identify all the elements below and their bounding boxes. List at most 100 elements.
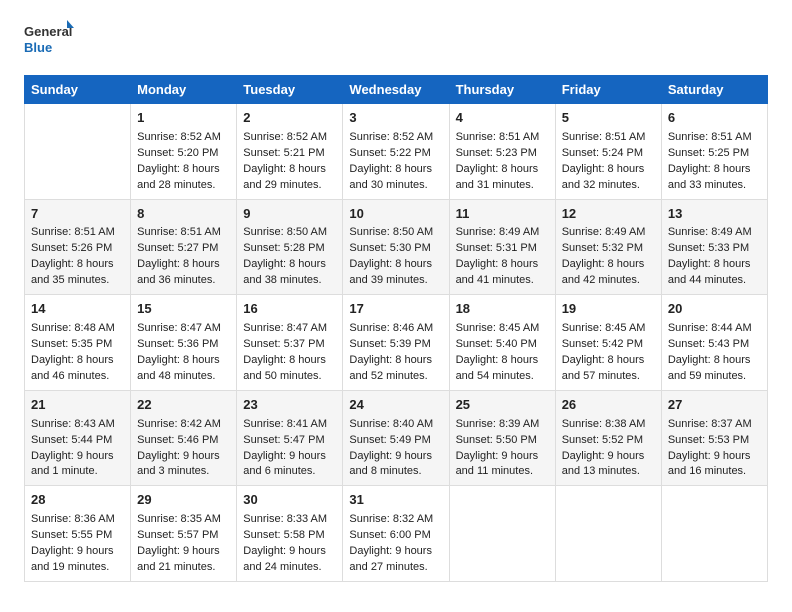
- day-number: 18: [456, 300, 549, 319]
- sunrise: Sunrise: 8:44 AM: [668, 322, 752, 334]
- sunset: Sunset: 5:25 PM: [668, 147, 749, 159]
- calendar-cell: 14Sunrise: 8:48 AMSunset: 5:35 PMDayligh…: [25, 295, 131, 391]
- day-number: 27: [668, 396, 761, 415]
- sunset: Sunset: 5:50 PM: [456, 434, 537, 446]
- header-day-saturday: Saturday: [661, 76, 767, 104]
- daylight: Daylight: 9 hours and 21 minutes.: [137, 545, 220, 573]
- sunset: Sunset: 5:46 PM: [137, 434, 218, 446]
- sunset: Sunset: 5:40 PM: [456, 338, 537, 350]
- calendar-cell: 9Sunrise: 8:50 AMSunset: 5:28 PMDaylight…: [237, 199, 343, 295]
- header-day-monday: Monday: [131, 76, 237, 104]
- day-number: 3: [349, 109, 442, 128]
- sunrise: Sunrise: 8:52 AM: [137, 131, 221, 143]
- calendar-cell: 28Sunrise: 8:36 AMSunset: 5:55 PMDayligh…: [25, 486, 131, 582]
- calendar-table: SundayMondayTuesdayWednesdayThursdayFrid…: [24, 75, 768, 582]
- daylight: Daylight: 8 hours and 54 minutes.: [456, 354, 539, 382]
- sunset: Sunset: 5:32 PM: [562, 242, 643, 254]
- sunrise: Sunrise: 8:45 AM: [562, 322, 646, 334]
- day-number: 29: [137, 491, 230, 510]
- sunset: Sunset: 5:28 PM: [243, 242, 324, 254]
- calendar-cell: 1Sunrise: 8:52 AMSunset: 5:20 PMDaylight…: [131, 104, 237, 200]
- page-header: General Blue: [24, 20, 768, 65]
- daylight: Daylight: 9 hours and 1 minute.: [31, 450, 114, 478]
- sunrise: Sunrise: 8:42 AM: [137, 418, 221, 430]
- calendar-header: SundayMondayTuesdayWednesdayThursdayFrid…: [25, 76, 768, 104]
- sunrise: Sunrise: 8:35 AM: [137, 513, 221, 525]
- daylight: Daylight: 8 hours and 48 minutes.: [137, 354, 220, 382]
- calendar-cell: 24Sunrise: 8:40 AMSunset: 5:49 PMDayligh…: [343, 390, 449, 486]
- calendar-cell: 31Sunrise: 8:32 AMSunset: 6:00 PMDayligh…: [343, 486, 449, 582]
- svg-text:General: General: [24, 24, 72, 39]
- daylight: Daylight: 9 hours and 27 minutes.: [349, 545, 432, 573]
- sunrise: Sunrise: 8:38 AM: [562, 418, 646, 430]
- calendar-cell: [555, 486, 661, 582]
- sunrise: Sunrise: 8:37 AM: [668, 418, 752, 430]
- daylight: Daylight: 8 hours and 50 minutes.: [243, 354, 326, 382]
- sunrise: Sunrise: 8:49 AM: [562, 226, 646, 238]
- sunrise: Sunrise: 8:48 AM: [31, 322, 115, 334]
- week-row-4: 21Sunrise: 8:43 AMSunset: 5:44 PMDayligh…: [25, 390, 768, 486]
- daylight: Daylight: 8 hours and 31 minutes.: [456, 163, 539, 191]
- sunset: Sunset: 5:47 PM: [243, 434, 324, 446]
- sunset: Sunset: 5:36 PM: [137, 338, 218, 350]
- calendar-cell: 16Sunrise: 8:47 AMSunset: 5:37 PMDayligh…: [237, 295, 343, 391]
- day-number: 8: [137, 205, 230, 224]
- day-number: 14: [31, 300, 124, 319]
- sunrise: Sunrise: 8:40 AM: [349, 418, 433, 430]
- calendar-cell: 15Sunrise: 8:47 AMSunset: 5:36 PMDayligh…: [131, 295, 237, 391]
- day-number: 11: [456, 205, 549, 224]
- calendar-cell: 8Sunrise: 8:51 AMSunset: 5:27 PMDaylight…: [131, 199, 237, 295]
- calendar-cell: 19Sunrise: 8:45 AMSunset: 5:42 PMDayligh…: [555, 295, 661, 391]
- calendar-cell: 21Sunrise: 8:43 AMSunset: 5:44 PMDayligh…: [25, 390, 131, 486]
- sunset: Sunset: 5:23 PM: [456, 147, 537, 159]
- daylight: Daylight: 8 hours and 42 minutes.: [562, 258, 645, 286]
- sunset: Sunset: 5:33 PM: [668, 242, 749, 254]
- day-number: 10: [349, 205, 442, 224]
- sunset: Sunset: 5:53 PM: [668, 434, 749, 446]
- day-number: 13: [668, 205, 761, 224]
- sunrise: Sunrise: 8:36 AM: [31, 513, 115, 525]
- calendar-cell: 25Sunrise: 8:39 AMSunset: 5:50 PMDayligh…: [449, 390, 555, 486]
- calendar-cell: 5Sunrise: 8:51 AMSunset: 5:24 PMDaylight…: [555, 104, 661, 200]
- daylight: Daylight: 9 hours and 3 minutes.: [137, 450, 220, 478]
- sunrise: Sunrise: 8:51 AM: [137, 226, 221, 238]
- daylight: Daylight: 9 hours and 19 minutes.: [31, 545, 114, 573]
- sunrise: Sunrise: 8:51 AM: [456, 131, 540, 143]
- sunrise: Sunrise: 8:39 AM: [456, 418, 540, 430]
- calendar-cell: 17Sunrise: 8:46 AMSunset: 5:39 PMDayligh…: [343, 295, 449, 391]
- sunrise: Sunrise: 8:47 AM: [137, 322, 221, 334]
- calendar-cell: 6Sunrise: 8:51 AMSunset: 5:25 PMDaylight…: [661, 104, 767, 200]
- header-row: SundayMondayTuesdayWednesdayThursdayFrid…: [25, 76, 768, 104]
- daylight: Daylight: 8 hours and 30 minutes.: [349, 163, 432, 191]
- sunset: Sunset: 5:55 PM: [31, 529, 112, 541]
- sunrise: Sunrise: 8:52 AM: [243, 131, 327, 143]
- week-row-5: 28Sunrise: 8:36 AMSunset: 5:55 PMDayligh…: [25, 486, 768, 582]
- day-number: 25: [456, 396, 549, 415]
- day-number: 6: [668, 109, 761, 128]
- daylight: Daylight: 9 hours and 13 minutes.: [562, 450, 645, 478]
- calendar-cell: [449, 486, 555, 582]
- sunrise: Sunrise: 8:41 AM: [243, 418, 327, 430]
- calendar-body: 1 Sunrise: 8:52 AM Sunset: 5:20 PM Daylight…: [25, 104, 768, 582]
- daylight: Daylight: 8 hours and 39 minutes.: [349, 258, 432, 286]
- sunrise: Sunrise: 8:49 AM: [456, 226, 540, 238]
- logo-svg: General Blue: [24, 20, 74, 65]
- daylight: Daylight: 9 hours and 24 minutes.: [243, 545, 326, 573]
- sunset: Sunset: 5:22 PM: [349, 147, 430, 159]
- day-number: 26: [562, 396, 655, 415]
- calendar-cell: 22Sunrise: 8:42 AMSunset: 5:46 PMDayligh…: [131, 390, 237, 486]
- calendar-cell: 26Sunrise: 8:38 AMSunset: 5:52 PMDayligh…: [555, 390, 661, 486]
- sunset: Sunset: 5:26 PM: [31, 242, 112, 254]
- calendar-cell: 7Sunrise: 8:51 AMSunset: 5:26 PMDaylight…: [25, 199, 131, 295]
- calendar-cell: 20Sunrise: 8:44 AMSunset: 5:43 PMDayligh…: [661, 295, 767, 391]
- sunset: Sunset: 5:20 PM: [137, 147, 218, 159]
- sunrise: Sunrise: 8:47 AM: [243, 322, 327, 334]
- sunset: Sunset: 5:42 PM: [562, 338, 643, 350]
- day-number: 2: [243, 109, 336, 128]
- sunrise: Sunrise: 8:32 AM: [349, 513, 433, 525]
- daylight: Daylight: 8 hours and 44 minutes.: [668, 258, 751, 286]
- daylight: Daylight: 9 hours and 6 minutes.: [243, 450, 326, 478]
- calendar-cell: 29Sunrise: 8:35 AMSunset: 5:57 PMDayligh…: [131, 486, 237, 582]
- day-number: 1: [137, 109, 230, 128]
- day-number: 7: [31, 205, 124, 224]
